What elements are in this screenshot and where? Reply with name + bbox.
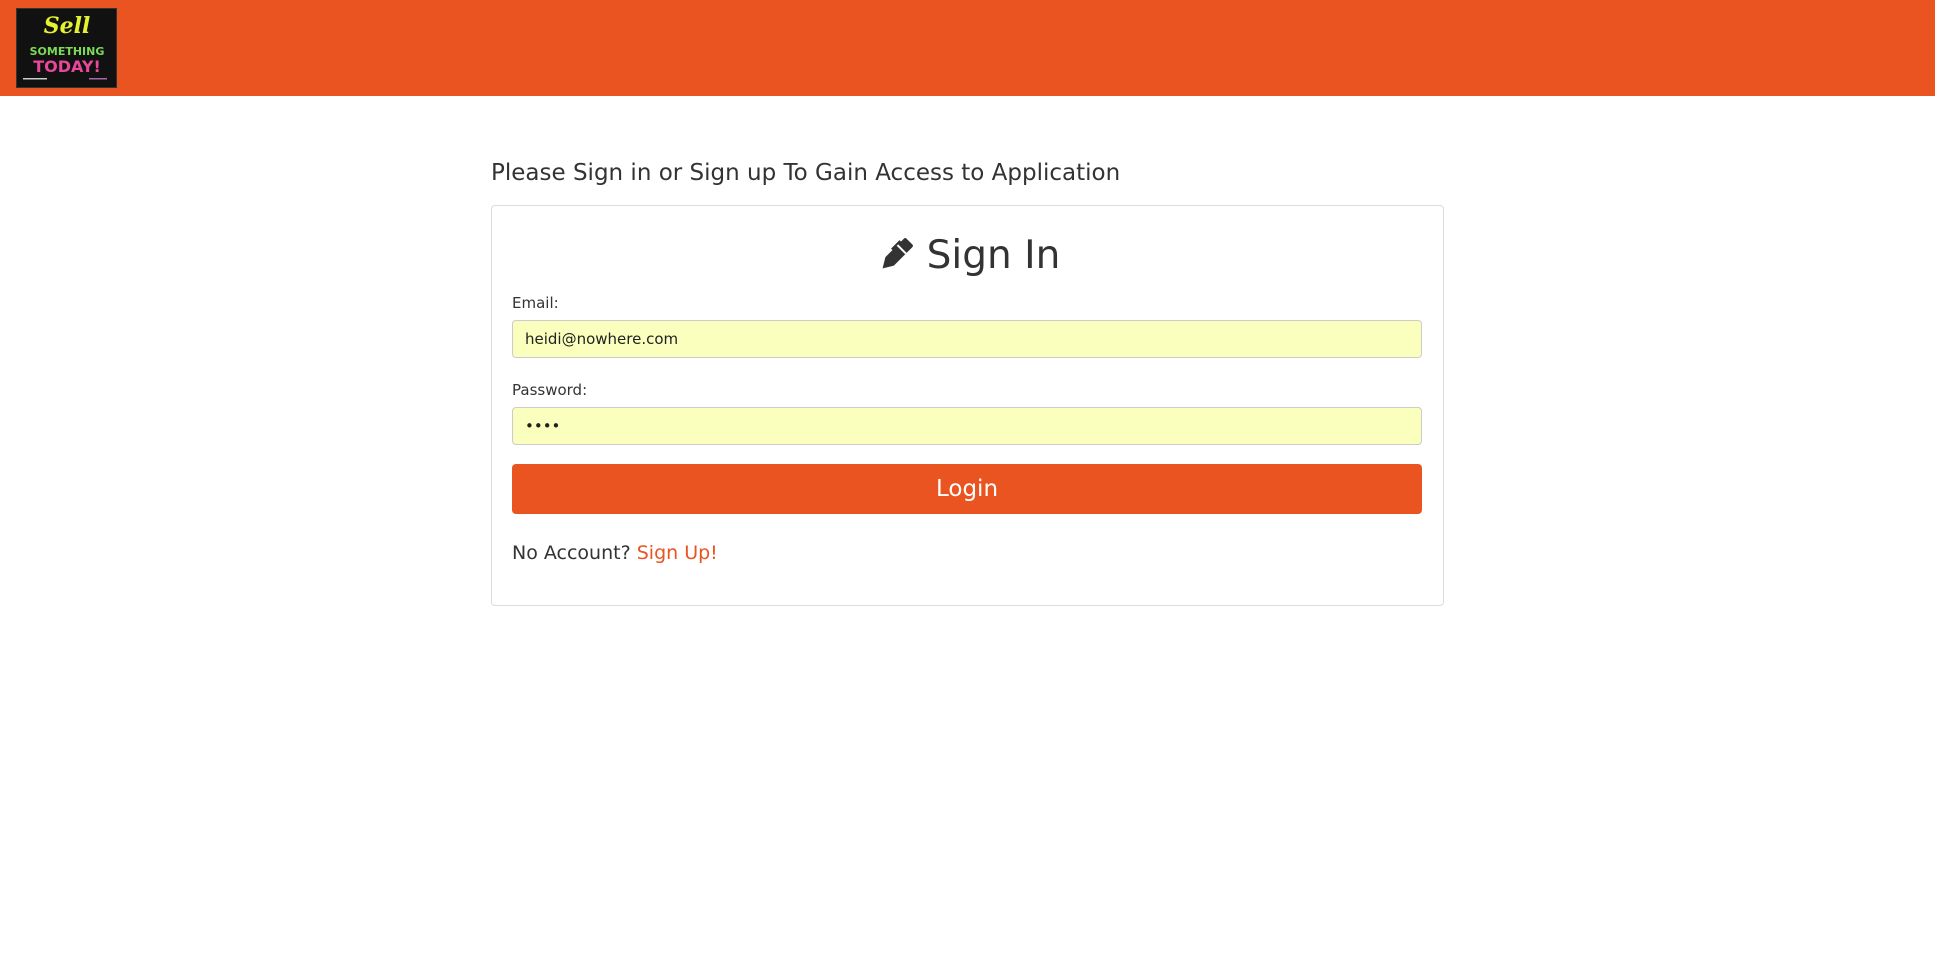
sign-in-card: Sign In Email: Password: Login No Accoun… — [491, 205, 1444, 606]
email-field[interactable] — [512, 320, 1422, 358]
card-title: Sign In — [492, 228, 1443, 282]
login-button[interactable]: Login — [512, 464, 1422, 514]
password-field[interactable] — [512, 407, 1422, 445]
password-label: Password: — [512, 381, 588, 399]
pen-icon — [875, 234, 917, 276]
intro-text: Please Sign in or Sign up To Gain Access… — [491, 160, 1121, 186]
top-navbar: Sell SOMETHING TODAY! — [0, 0, 1935, 96]
logo-line-1: Sell — [44, 13, 91, 39]
signup-prompt: No Account? — [512, 542, 631, 564]
signup-link[interactable]: Sign Up! — [637, 542, 718, 564]
logo[interactable]: Sell SOMETHING TODAY! — [16, 8, 117, 88]
email-label: Email: — [512, 294, 559, 312]
logo-graphic: Sell SOMETHING TODAY! — [17, 9, 116, 87]
card-title-text: Sign In — [926, 232, 1061, 278]
signup-prompt-line: No Account? Sign Up! — [512, 542, 718, 564]
logo-line-3: TODAY! — [33, 57, 101, 76]
